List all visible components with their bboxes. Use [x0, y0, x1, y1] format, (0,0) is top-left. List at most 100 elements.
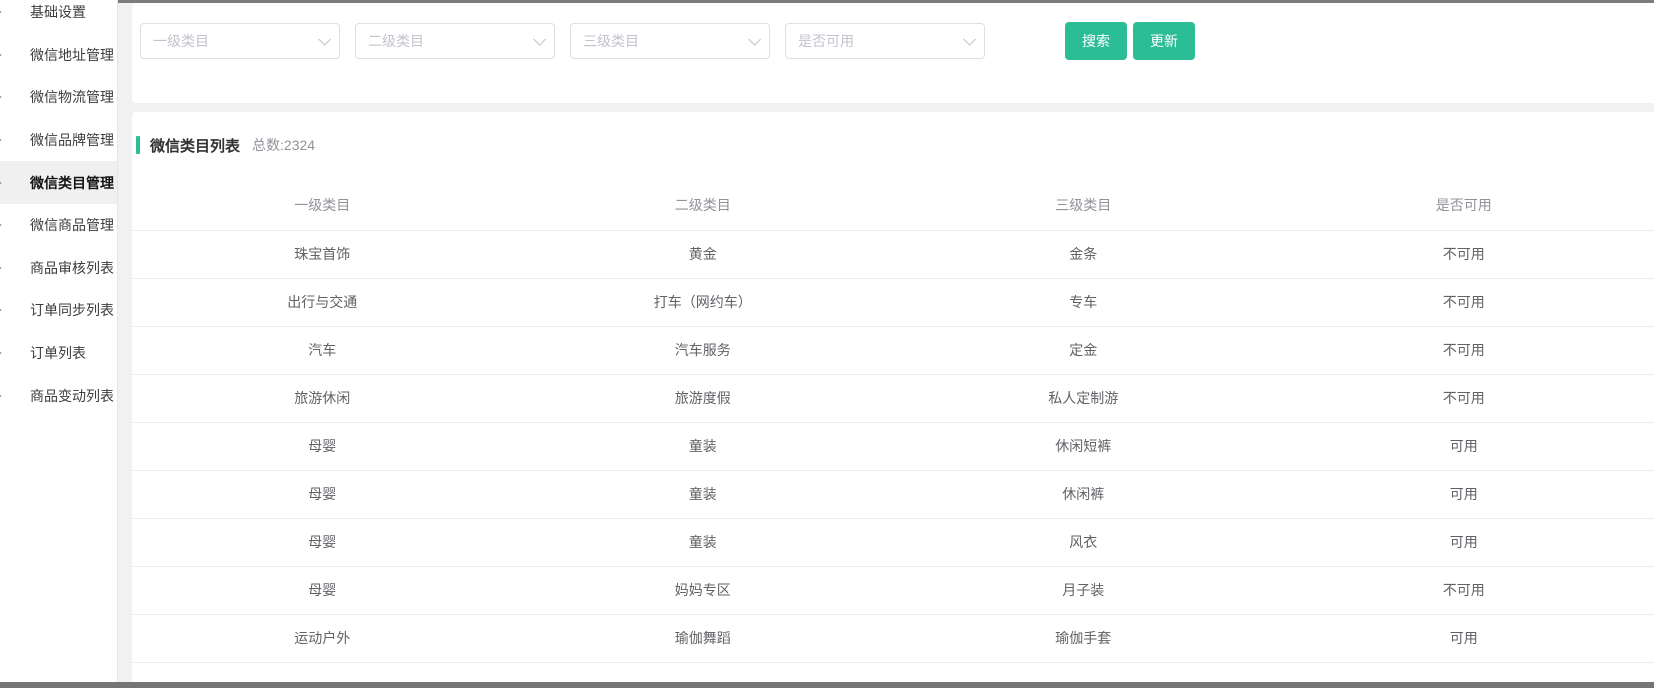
cell-level3: 休闲短裤: [893, 422, 1274, 470]
arrow-icon: ➤: [0, 48, 2, 61]
select-placeholder: 三级类目: [583, 31, 639, 51]
sidebar-item-product-change-list[interactable]: ➤ 商品变动列表: [0, 374, 117, 417]
sidebar-item-product-review-list[interactable]: ➤ 商品审核列表: [0, 247, 117, 290]
table-row: 母婴 妈妈专区 月子装 不可用: [132, 566, 1654, 614]
cell-level1: 汽车: [132, 326, 513, 374]
cell-level2: 打车（网约车）: [513, 278, 894, 326]
cell-level2: 童装: [513, 518, 894, 566]
section-title: 微信类目列表: [150, 135, 240, 156]
table-row: 母婴 童装 休闲短裤 可用: [132, 422, 1654, 470]
cell-level2: 汽车服务: [513, 326, 894, 374]
sidebar-menu: ➤ 基础设置 ➤ 微信地址管理 ➤ 微信物流管理 ➤ 微信品牌管理 ➤ 微信类目…: [0, 0, 117, 417]
sidebar-item-wechat-brand[interactable]: ➤ 微信品牌管理: [0, 119, 117, 162]
table-row: 出行与交通 打车（网约车） 专车 不可用: [132, 278, 1654, 326]
select-placeholder: 一级类目: [153, 31, 209, 51]
level2-category-select[interactable]: 二级类目: [355, 23, 555, 59]
select-placeholder: 是否可用: [798, 31, 854, 51]
cell-level1: 母婴: [132, 422, 513, 470]
sidebar-item-label: 微信品牌管理: [0, 130, 114, 150]
arrow-icon: ➤: [0, 261, 2, 274]
select-placeholder: 二级类目: [368, 31, 424, 51]
sidebar-item-label: 基础设置: [0, 2, 86, 22]
arrow-icon: ➤: [0, 134, 2, 147]
cell-availability: 不可用: [1274, 230, 1654, 278]
cell-availability: 不可用: [1274, 566, 1654, 614]
cell-level3: 定金: [893, 326, 1274, 374]
arrow-icon: ➤: [0, 304, 2, 317]
sidebar: ➤ 基础设置 ➤ 微信地址管理 ➤ 微信物流管理 ➤ 微信品牌管理 ➤ 微信类目…: [0, 0, 118, 682]
cell-level1: 出行与交通: [132, 278, 513, 326]
chevron-down-icon: [318, 33, 331, 46]
sidebar-item-wechat-product[interactable]: ➤ 微信商品管理: [0, 204, 117, 247]
sidebar-item-label: 商品审核列表: [0, 258, 114, 278]
sidebar-item-label: 微信商品管理: [0, 215, 114, 235]
level1-category-select[interactable]: 一级类目: [140, 23, 340, 59]
table-header-row: 一级类目 二级类目 三级类目 是否可用: [132, 180, 1654, 230]
sidebar-item-order-sync-list[interactable]: ➤ 订单同步列表: [0, 289, 117, 332]
sidebar-item-label: 微信类目管理: [0, 173, 114, 193]
chevron-down-icon: [963, 33, 976, 46]
total-count: 总数:2324: [252, 135, 315, 155]
arrow-icon: ➤: [0, 6, 2, 19]
column-header-level3: 三级类目: [893, 180, 1274, 230]
chevron-down-icon: [748, 33, 761, 46]
cell-level3: 月子装: [893, 566, 1274, 614]
cell-level1: 母婴: [132, 566, 513, 614]
accent-bar: [136, 136, 140, 154]
cell-level2: 妈妈专区: [513, 566, 894, 614]
cell-level3: 休闲裤: [893, 470, 1274, 518]
filter-row: 一级类目 二级类目 三级类目 是否可用 搜索 更新: [132, 3, 1654, 60]
arrow-icon: ➤: [0, 347, 2, 360]
sidebar-item-label: 订单列表: [0, 343, 86, 363]
table-row: 母婴 童装 休闲裤 可用: [132, 470, 1654, 518]
section-header: 微信类目列表 总数:2324: [132, 136, 1654, 154]
cell-level3: 瑜伽手套: [893, 614, 1274, 662]
cell-level3: 金条: [893, 230, 1274, 278]
cell-level2: 童装: [513, 470, 894, 518]
arrow-icon: ➤: [0, 389, 2, 402]
arrow-icon: ➤: [0, 176, 2, 189]
cell-level2: 瑜伽舞蹈: [513, 614, 894, 662]
table-row: 汽车 汽车服务 定金 不可用: [132, 326, 1654, 374]
cell-level2: 童装: [513, 422, 894, 470]
horizontal-scrollbar-top[interactable]: [118, 0, 1654, 3]
category-list-card: 微信类目列表 总数:2324 一级类目 二级类目 三级类目 是否可用 珠宝首饰 …: [132, 112, 1654, 682]
sidebar-item-label: 商品变动列表: [0, 386, 114, 406]
sidebar-item-label: 微信地址管理: [0, 45, 114, 65]
cell-level1: 母婴: [132, 470, 513, 518]
level3-category-select[interactable]: 三级类目: [570, 23, 770, 59]
cell-level2: 黄金: [513, 230, 894, 278]
table-row: 旅游休闲 旅游度假 私人定制游 不可用: [132, 374, 1654, 422]
column-header-level2: 二级类目: [513, 180, 894, 230]
cell-availability: 可用: [1274, 518, 1654, 566]
sidebar-item-wechat-address[interactable]: ➤ 微信地址管理: [0, 34, 117, 77]
cell-level1: 运动户外: [132, 614, 513, 662]
sidebar-item-basic-settings[interactable]: ➤ 基础设置: [0, 0, 117, 34]
cell-level3: 风衣: [893, 518, 1274, 566]
cell-availability: 可用: [1274, 614, 1654, 662]
sidebar-item-label: 微信物流管理: [0, 87, 114, 107]
cell-level3: 专车: [893, 278, 1274, 326]
category-table: 一级类目 二级类目 三级类目 是否可用 珠宝首饰 黄金 金条 不可用 出行与交通…: [132, 180, 1654, 663]
availability-select[interactable]: 是否可用: [785, 23, 985, 59]
table-row: 母婴 童装 风衣 可用: [132, 518, 1654, 566]
sidebar-item-wechat-category[interactable]: ➤ 微信类目管理: [0, 161, 117, 204]
cell-level1: 母婴: [132, 518, 513, 566]
search-button[interactable]: 搜索: [1065, 22, 1127, 60]
column-header-level1: 一级类目: [132, 180, 513, 230]
cell-level2: 旅游度假: [513, 374, 894, 422]
horizontal-scrollbar-bottom[interactable]: [0, 682, 1654, 688]
chevron-down-icon: [533, 33, 546, 46]
cell-availability: 可用: [1274, 422, 1654, 470]
filter-card: 一级类目 二级类目 三级类目 是否可用 搜索 更新: [132, 3, 1654, 103]
sidebar-item-order-list[interactable]: ➤ 订单列表: [0, 332, 117, 375]
cell-availability: 不可用: [1274, 374, 1654, 422]
cell-level3: 私人定制游: [893, 374, 1274, 422]
sidebar-item-wechat-logistics[interactable]: ➤ 微信物流管理: [0, 76, 117, 119]
cell-availability: 可用: [1274, 470, 1654, 518]
cell-availability: 不可用: [1274, 278, 1654, 326]
cell-availability: 不可用: [1274, 326, 1654, 374]
table-row: 运动户外 瑜伽舞蹈 瑜伽手套 可用: [132, 614, 1654, 662]
cell-level1: 旅游休闲: [132, 374, 513, 422]
update-button[interactable]: 更新: [1133, 22, 1195, 60]
